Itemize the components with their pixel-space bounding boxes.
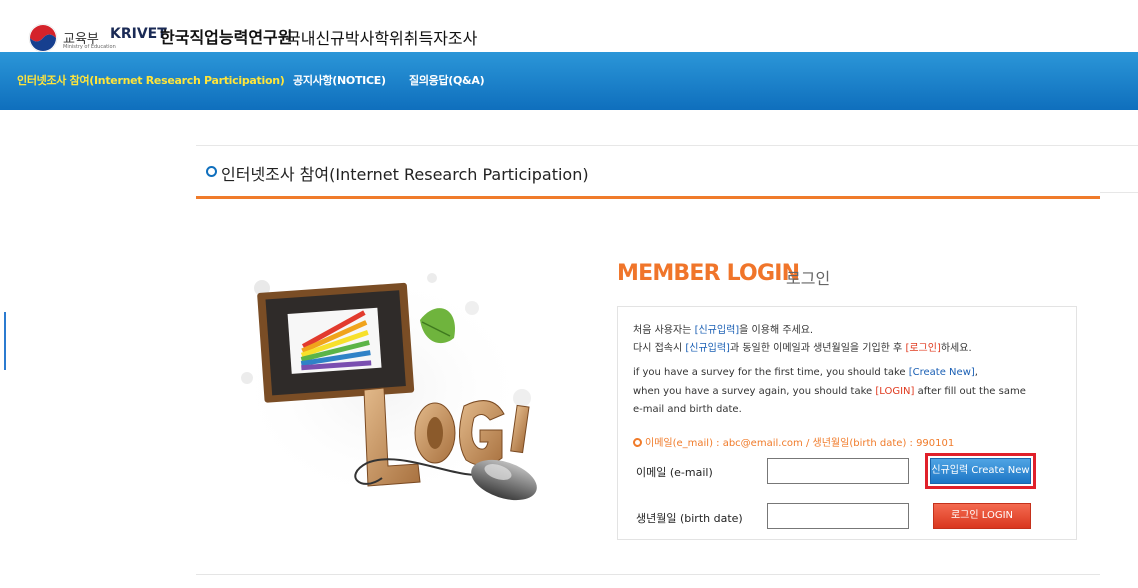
email-field[interactable] [767,458,909,484]
org-name-en: KRIVET [110,26,167,42]
logo-bar: 교육부 Ministry of Education KRIVET 한국직업능력연… [0,0,1138,53]
input-example: 이메일(e_mail) : abc@email.com / 생년월일(birth… [633,434,954,449]
login-panel: 처음 사용자는 [신규입력]을 이용해 주세요. 다시 접속시 [신규입력]과 … [617,306,1077,540]
nav-item-participation[interactable]: 인터넷조사 참여(Internet Research Participation… [17,72,285,88]
nav-item-qna[interactable]: 질의응답(Q&A) [409,72,485,88]
divider [1100,192,1138,193]
instruction-en-line3: e-mail and birth date. [633,404,742,415]
create-new-button[interactable]: 신규입력 Create New [930,458,1031,484]
login-link: [로그인] [905,343,941,354]
email-label: 이메일 (e-mail) [636,466,713,479]
login-link: [LOGIN] [875,386,915,397]
main-nav: 인터넷조사 참여(Internet Research Participation… [0,52,1138,110]
left-edge-marker [4,312,6,370]
create-new-link: [신규입력] [685,343,730,354]
birth-date-label: 생년월일 (birth date) [636,512,743,525]
member-login-title: MEMBER LOGIN [617,261,800,286]
instruction-kr-line2: 다시 접속시 [신규입력]과 동일한 이메일과 생년월일을 기입한 후 [로그인… [633,343,972,354]
login-illustration-icon [232,268,537,508]
create-new-link: [Create New] [908,367,975,378]
page-title-box: 인터넷조사 참여(Internet Research Participation… [196,145,1138,196]
nav-item-notice[interactable]: 공지사항(NOTICE) [293,72,386,88]
bottom-divider [196,574,1100,575]
login-button[interactable]: 로그인 LOGIN [933,503,1031,529]
instruction-en-line1: if you have a survey for the first time,… [633,367,978,378]
page-title: 인터넷조사 참여(Internet Research Participation… [221,165,589,184]
instruction-kr-line1: 처음 사용자는 [신규입력]을 이용해 주세요. [633,325,814,336]
government-emblem-icon [28,23,58,53]
member-login-title-kr: 로그인 [786,269,831,288]
circle-bullet-icon [206,166,217,177]
create-new-link: [신규입력] [694,325,740,336]
orange-divider [196,196,1100,199]
instruction-en-line2: when you have a survey again, you should… [633,386,1026,397]
survey-title: 국내신규박사학위취득자조사 [286,29,478,48]
ministry-subtitle: Ministry of Education [63,44,116,50]
org-name-kr: 한국직업능력연구원 [160,28,293,47]
circle-bullet-icon [633,438,642,447]
birth-date-field[interactable] [767,503,909,529]
